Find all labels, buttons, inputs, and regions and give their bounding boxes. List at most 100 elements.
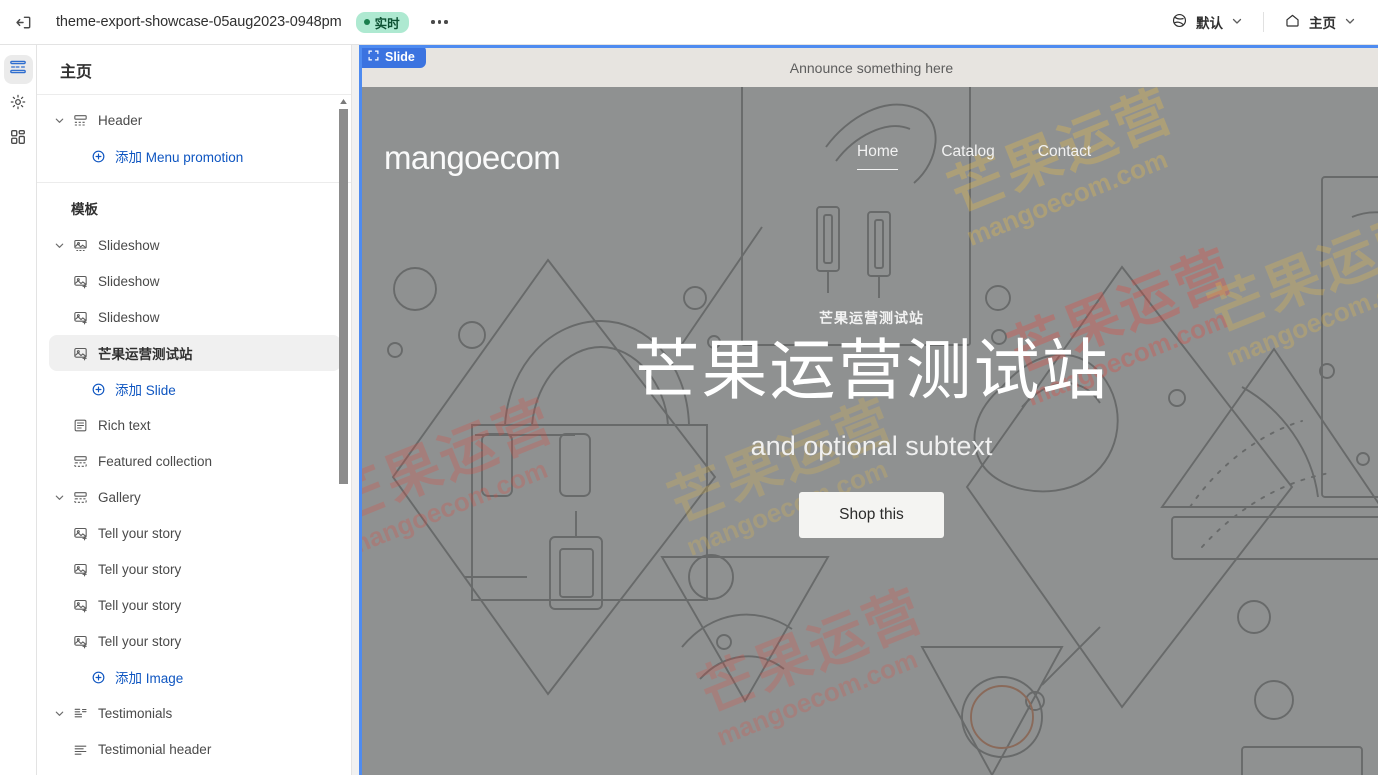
sidebar-item-label: Slideshow: [98, 309, 160, 325]
header-icon: [69, 113, 91, 128]
sidebar-item-gallery[interactable]: Gallery: [49, 479, 341, 515]
chevron-down-icon[interactable]: [49, 240, 69, 251]
hero-eyebrow: 芒果运营测试站: [819, 310, 924, 327]
sidebar-item-label: Slideshow: [98, 273, 160, 289]
sidebar-add-menu-promotion[interactable]: 添加 Menu promotion: [49, 138, 341, 174]
hero-subtitle[interactable]: and optional subtext: [751, 431, 993, 462]
sidebar-item-testimonials[interactable]: Testimonials: [49, 695, 341, 731]
sidebar-item-rich-text[interactable]: Rich text: [49, 407, 341, 443]
chevron-down-icon[interactable]: [49, 115, 69, 126]
sidebar-item-testimonial-header[interactable]: Testimonial header: [49, 767, 341, 775]
sidebar-scroll-area: Header 添加 Menu promotion 模板 Slideshow Sli…: [37, 95, 351, 775]
announcement-text: Announce something here: [789, 59, 954, 76]
status-dot-icon: [363, 19, 370, 25]
chevron-down-icon: [1231, 15, 1243, 30]
sidebar-item-slideshow[interactable]: Slideshow: [49, 299, 341, 335]
globe-icon: [1171, 12, 1188, 32]
sidebar-item-slideshow[interactable]: Slideshow: [49, 263, 341, 299]
sidebar-item-label: 添加 Slide: [115, 383, 176, 398]
preview-pane: Slide Announce something here 芒果运营 mango…: [352, 45, 1378, 775]
sidebar-item-list: Slideshow Slideshow Slideshow 芒果运营测试站 添加 Sli…: [37, 227, 351, 775]
sidebar-item-label: Testimonials: [98, 705, 173, 721]
more-options-icon[interactable]: [425, 8, 455, 36]
image-icon: [69, 598, 91, 613]
plus-circle-icon: [89, 149, 107, 164]
testimonials-icon: [69, 706, 91, 721]
shop-this-button[interactable]: Shop this: [799, 491, 944, 538]
chevron-down-icon[interactable]: [49, 708, 69, 719]
sidebar-item-label: Tell your story: [98, 525, 182, 541]
rail-item-settings[interactable]: [4, 90, 33, 119]
home-icon: [1284, 12, 1301, 32]
sidebar-item-tell-your-story[interactable]: Tell your story: [49, 623, 341, 659]
sidebar-item-slideshow[interactable]: Slideshow: [49, 227, 341, 263]
sections-sidebar: 主页 Header 添加 Menu promotion 模板 Slideshow…: [37, 45, 352, 775]
status-badge-label: 实时: [374, 16, 400, 31]
sidebar-item-tell-your-story[interactable]: Tell your story: [49, 515, 341, 551]
preview-frame: Slide Announce something here 芒果运营 mango…: [359, 45, 1378, 775]
sidebar-item-添加-slide[interactable]: 添加 Slide: [49, 371, 341, 407]
rail-item-apps[interactable]: [4, 125, 33, 154]
sidebar-item-label: Tell your story: [98, 633, 182, 649]
divider: [1263, 12, 1264, 32]
scrollbar-thumb[interactable]: [339, 109, 348, 484]
divider: [37, 182, 351, 183]
sidebar-item-label: 添加 Image: [115, 671, 184, 686]
sidebar-item-label: Tell your story: [98, 597, 182, 613]
sections-icon: [9, 58, 27, 81]
hero-content: 芒果运营测试站 芒果运营测试站 and optional subtext Sho…: [362, 87, 1378, 775]
rail-item-sections[interactable]: [3, 55, 33, 84]
sidebar-scrollbar[interactable]: [339, 95, 348, 775]
sidebar-item-芒果运营测试站[interactable]: 芒果运营测试站: [49, 335, 341, 371]
chevron-down-icon: [1344, 15, 1356, 30]
chevron-down-icon[interactable]: [49, 492, 69, 503]
slide-badge[interactable]: Slide: [362, 48, 426, 68]
sidebar-item-featured-collection[interactable]: Featured collection: [49, 443, 341, 479]
sidebar-item-添加-image[interactable]: 添加 Image: [49, 659, 341, 695]
richtext-icon: [69, 418, 91, 433]
sidebar-item-testimonial-header[interactable]: Testimonial header: [49, 731, 341, 767]
image-icon: [69, 562, 91, 577]
plus-circle-icon: [89, 382, 107, 397]
theme-selector[interactable]: 默认: [1163, 7, 1251, 37]
slide-badge-label: Slide: [385, 49, 415, 64]
sidebar-group-label: 模板: [71, 202, 98, 217]
sidebar-item-tell-your-story[interactable]: Tell your story: [49, 551, 341, 587]
text-lines-icon: [69, 742, 91, 757]
sidebar-item-label: Tell your story: [98, 561, 182, 577]
slideshow-icon: [69, 238, 91, 253]
image-icon: [69, 274, 91, 289]
page-selector[interactable]: 主页: [1276, 7, 1364, 37]
image-icon: [69, 310, 91, 325]
image-icon: [69, 346, 91, 361]
hero-title[interactable]: 芒果运营测试站: [634, 332, 1110, 413]
hero-slide[interactable]: 芒果运营 mangoecom.com 芒果运营 mangoecom.com 芒果…: [362, 87, 1378, 775]
gear-icon: [9, 93, 27, 116]
image-icon: [69, 526, 91, 541]
exit-icon[interactable]: [0, 0, 46, 45]
sidebar-item-label: 芒果运营测试站: [98, 347, 193, 362]
theme-name: theme-export-showcase-05aug2023-0948pm: [56, 14, 342, 30]
apps-icon: [9, 128, 27, 151]
page-selector-label: 主页: [1309, 16, 1336, 31]
sidebar-item-label: Featured collection: [98, 453, 213, 469]
scroll-up-icon[interactable]: [339, 97, 348, 105]
sidebar-item-label: Rich text: [98, 417, 151, 433]
top-bar: theme-export-showcase-05aug2023-0948pm 实…: [0, 0, 1378, 45]
sidebar-item-label: Gallery: [98, 489, 141, 505]
sidebar-item-label: Header: [98, 112, 143, 128]
sidebar-item-header[interactable]: Header: [49, 102, 341, 138]
plus-circle-icon: [89, 670, 107, 685]
sidebar-add-label: 添加 Menu promotion: [115, 150, 244, 165]
sidebar-title: 主页: [37, 45, 351, 95]
status-badge: 实时: [355, 11, 409, 33]
sidebar-item-label: Slideshow: [98, 237, 160, 253]
collection-icon: [69, 490, 91, 505]
theme-selector-label: 默认: [1196, 16, 1223, 31]
crop-frame-icon: [368, 50, 379, 64]
announcement-bar[interactable]: Announce something here: [362, 48, 1378, 87]
sidebar-item-label: Testimonial header: [98, 741, 212, 757]
sidebar-item-tell-your-story[interactable]: Tell your story: [49, 587, 341, 623]
collection-icon: [69, 454, 91, 469]
image-icon: [69, 634, 91, 649]
